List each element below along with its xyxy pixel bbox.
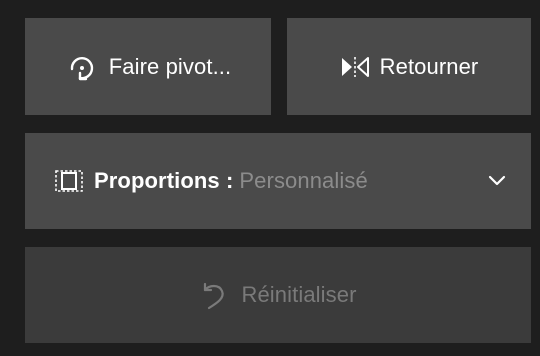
rotate-button[interactable]: Faire pivot... bbox=[25, 18, 271, 115]
aspect-ratio-dropdown[interactable]: Proportions : Personnalisé bbox=[25, 133, 531, 229]
rotate-icon bbox=[65, 50, 99, 84]
reset-label: Réinitialiser bbox=[241, 282, 357, 307]
flip-icon bbox=[340, 55, 370, 79]
aspect-ratio-value: Personnalisé bbox=[239, 168, 368, 193]
rotate-label: Faire pivot... bbox=[108, 53, 232, 79]
aspect-ratio-icon bbox=[54, 169, 84, 193]
reset-button[interactable]: Réinitialiser bbox=[25, 247, 531, 343]
chevron-down-icon[interactable] bbox=[487, 170, 507, 190]
undo-icon bbox=[199, 280, 227, 310]
flip-button[interactable]: Retourner bbox=[287, 18, 531, 115]
flip-label: Retourner bbox=[379, 53, 479, 79]
edit-tools-panel: Faire pivot... Retourner Proportions : P… bbox=[0, 0, 540, 356]
aspect-ratio-label: Proportions : bbox=[94, 168, 234, 193]
